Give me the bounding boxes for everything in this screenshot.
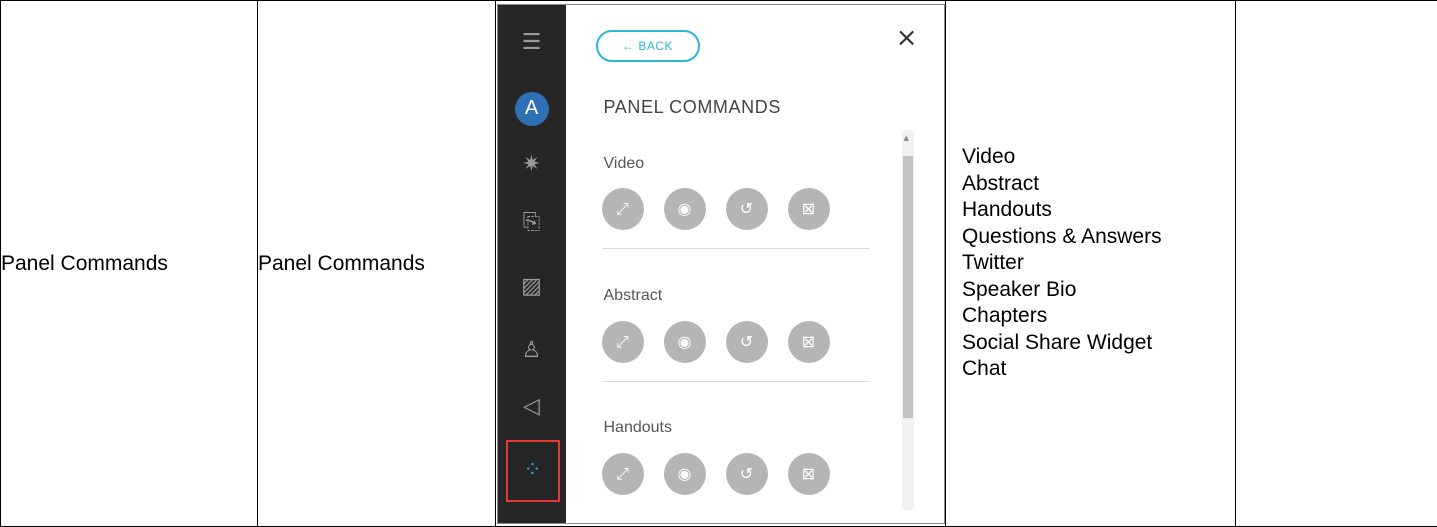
slides-icon[interactable]: ▨ <box>498 267 566 307</box>
scrollbar[interactable]: ▲ <box>901 129 914 510</box>
close-icon[interactable]: ⊠ <box>787 452 830 495</box>
panel-content: ← BACK × PANEL COMMANDS Video ⤢ ◉ ↺ ⊠ Ab… <box>566 5 944 523</box>
feature-name-cell: Panel Commands <box>0 0 258 527</box>
scroll-up-icon[interactable]: ▲ <box>904 134 909 142</box>
settings-icon[interactable]: ✷ <box>498 145 566 185</box>
megaphone-icon[interactable]: ◁ <box>498 387 566 427</box>
reset-icon[interactable]: ↺ <box>725 452 768 495</box>
divider <box>601 380 870 382</box>
list-item: Speaker Bio <box>962 277 1077 301</box>
avatar-circle: A <box>514 91 549 126</box>
expand-icon[interactable]: ⤢ <box>601 452 644 495</box>
panel-title: PANEL COMMANDS <box>603 96 781 117</box>
left-rail: ☰ A ✷ ⎘ ▨ ♙ ◁ ⁘ <box>497 4 566 523</box>
section-label-abstract: Abstract <box>603 286 663 304</box>
panel-list-cell: Video Abstract Handouts Questions & Answ… <box>945 0 1236 527</box>
scrollbar-thumb[interactable] <box>902 155 913 418</box>
handouts-controls: ⤢ ◉ ↺ ⊠ <box>601 452 842 497</box>
command-name-cell: Panel Commands <box>257 0 496 527</box>
video-controls: ⤢ ◉ ↺ ⊠ <box>601 187 842 232</box>
list-item: Video <box>962 145 1016 169</box>
list-item: Chat <box>962 357 1007 381</box>
list-item: Twitter <box>962 251 1024 275</box>
document-icon[interactable]: ⎘ <box>498 203 566 243</box>
reset-icon[interactable]: ↺ <box>725 320 768 363</box>
list-item: Questions & Answers <box>962 224 1162 248</box>
empty-cell <box>1235 0 1437 527</box>
expand-icon[interactable]: ⤢ <box>601 320 644 363</box>
menu-icon[interactable]: ☰ <box>498 23 566 63</box>
panel-commands-icon[interactable]: ⁘ <box>505 439 560 502</box>
avatar[interactable]: A <box>498 89 566 129</box>
hide-icon[interactable]: ◉ <box>663 452 706 495</box>
expand-icon[interactable]: ⤢ <box>601 187 644 230</box>
screenshot-cell: ☰ A ✷ ⎘ ▨ ♙ ◁ ⁘ ← BACK × PANEL COMMANDS … <box>495 0 946 527</box>
table-row: Panel Commands Panel Commands ☰ A ✷ ⎘ ▨ … <box>0 0 1437 527</box>
hide-icon[interactable]: ◉ <box>663 187 706 230</box>
list-item: Abstract <box>962 171 1040 195</box>
hide-icon[interactable]: ◉ <box>663 320 706 363</box>
section-label-handouts: Handouts <box>603 418 673 436</box>
divider <box>601 247 870 249</box>
list-item: Chapters <box>962 304 1048 328</box>
speaker-icon[interactable]: ♙ <box>498 331 566 371</box>
close-icon[interactable]: ⊠ <box>787 187 830 230</box>
section-label-video: Video <box>603 154 645 172</box>
abstract-controls: ⤢ ◉ ↺ ⊠ <box>601 320 842 365</box>
list-item: Social Share Widget <box>962 330 1153 354</box>
close-icon[interactable]: ⊠ <box>787 320 830 363</box>
back-button[interactable]: ← BACK <box>595 29 700 62</box>
close-icon[interactable]: × <box>896 25 918 51</box>
list-item: Handouts <box>962 198 1052 222</box>
reset-icon[interactable]: ↺ <box>725 187 768 230</box>
panel-screenshot: ☰ A ✷ ⎘ ▨ ♙ ◁ ⁘ ← BACK × PANEL COMMANDS … <box>496 3 945 524</box>
panel-commands-table: Panel Commands Panel Commands ☰ A ✷ ⎘ ▨ … <box>0 0 1437 527</box>
